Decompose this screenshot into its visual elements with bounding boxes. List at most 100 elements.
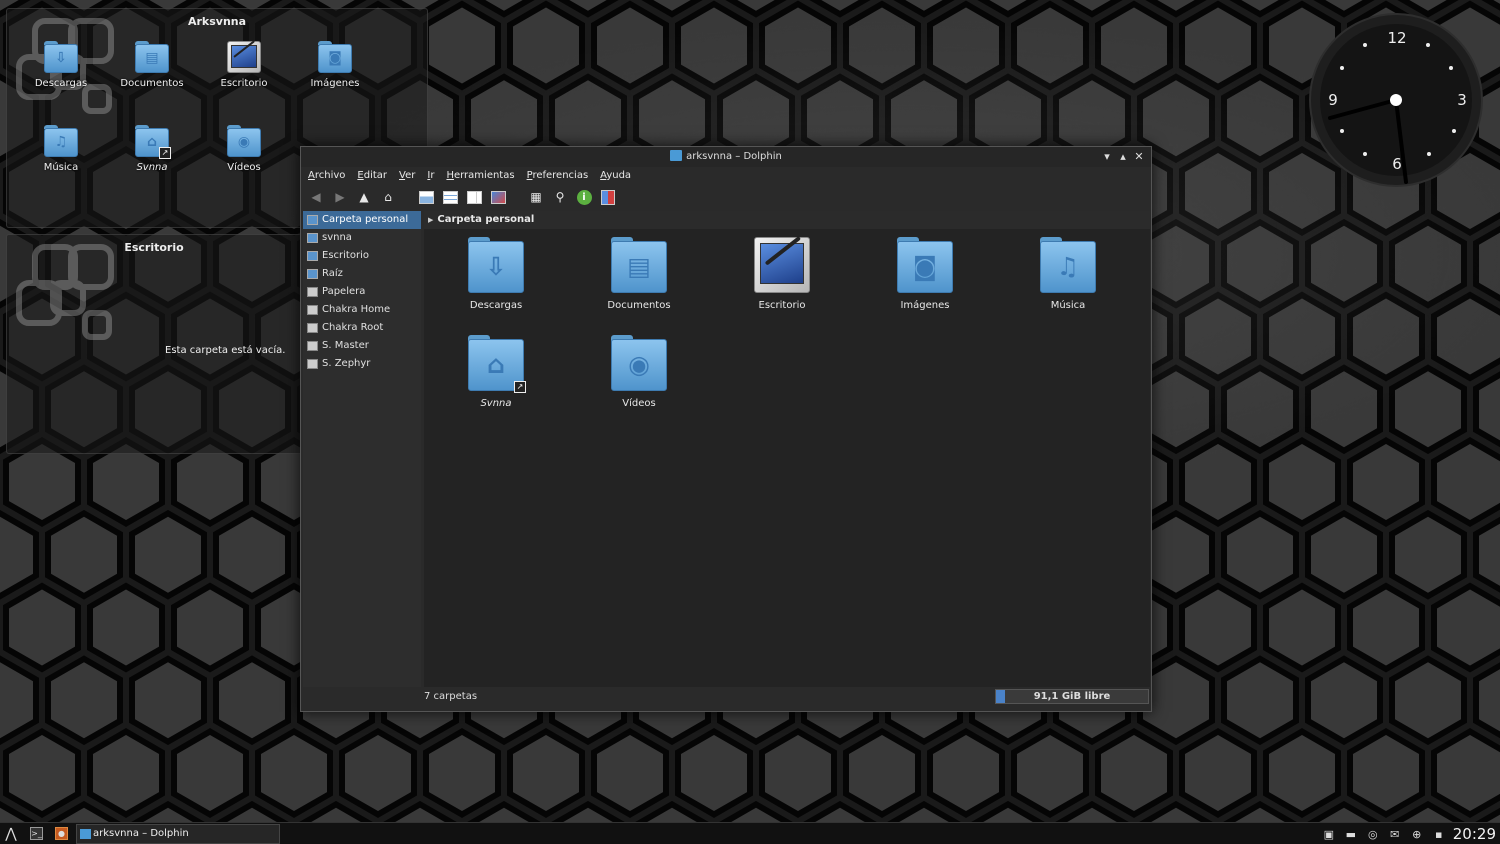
dolphin-app-icon bbox=[670, 150, 683, 161]
close-button[interactable]: ✕ bbox=[1133, 147, 1145, 167]
back-arrow-icon[interactable]: ◀ bbox=[307, 188, 325, 206]
clock-numeral-6: 6 bbox=[1392, 155, 1402, 173]
place-escritorio[interactable]: Escritorio bbox=[303, 247, 421, 265]
icons-view-icon[interactable] bbox=[417, 188, 435, 206]
split-view-icon[interactable]: ▦ bbox=[527, 188, 545, 206]
free-space-bar: 91,1 GiB libre bbox=[995, 689, 1149, 704]
breadcrumb-arrow-icon: ▶ bbox=[428, 216, 434, 224]
task-label: arksvnna – Dolphin bbox=[93, 828, 189, 839]
file-item-label: Música bbox=[1050, 300, 1086, 311]
folder-icon: ◙ bbox=[318, 41, 352, 73]
desktop-icon-vídeos[interactable]: ◉ Vídeos bbox=[204, 125, 284, 173]
clock-numeral-3: 3 bbox=[1457, 91, 1467, 109]
folder-icon bbox=[307, 233, 318, 243]
globe-icon[interactable]: ⊕ bbox=[1409, 828, 1425, 841]
folder-icon: ♫ bbox=[44, 125, 78, 157]
desktop-icon-label: Vídeos bbox=[227, 162, 261, 173]
place-raíz[interactable]: Raíz bbox=[303, 265, 421, 283]
desktop-icon-descargas[interactable]: ⇩ Descargas bbox=[21, 41, 101, 89]
clock-time: 20:29 bbox=[1452, 825, 1496, 843]
breadcrumb[interactable]: ▶ Carpeta personal bbox=[424, 211, 1150, 229]
file-item-descargas[interactable]: ⇩ Descargas bbox=[436, 237, 556, 311]
desktop-icon-documentos[interactable]: ▤ Documentos bbox=[112, 41, 192, 89]
folder-icon: ⌂ ↗ bbox=[468, 335, 526, 393]
place-label: Escritorio bbox=[322, 250, 369, 261]
file-item-imágenes[interactable]: ◙ Imágenes bbox=[865, 237, 985, 311]
place-papelera[interactable]: Papelera bbox=[303, 283, 421, 301]
menu-herramientas[interactable]: Herramientas bbox=[446, 167, 520, 185]
place-chakra-home[interactable]: Chakra Home bbox=[303, 301, 421, 319]
place-label: svnna bbox=[322, 232, 352, 243]
task-dolphin[interactable]: arksvnna – Dolphin bbox=[76, 824, 280, 844]
search-icon[interactable]: ⚲ bbox=[551, 188, 569, 206]
folder-icon: ♫ bbox=[1040, 237, 1096, 293]
places-panel: Carpeta personal svnna Escritorio Raíz Papel… bbox=[303, 211, 421, 687]
bookmark-icon[interactable] bbox=[599, 188, 617, 206]
network-icon[interactable]: ◎ bbox=[1365, 828, 1381, 841]
place-svnna[interactable]: svnna bbox=[303, 229, 421, 247]
drive-icon bbox=[307, 341, 318, 351]
chakra-logo-icon bbox=[16, 244, 114, 340]
place-carpeta-personal[interactable]: Carpeta personal bbox=[303, 211, 421, 229]
application-launcher-icon[interactable]: ⋀ bbox=[3, 826, 19, 842]
columns-view-icon[interactable] bbox=[465, 188, 483, 206]
device-notifier-icon[interactable]: ▣ bbox=[1321, 828, 1337, 841]
analog-clock[interactable]: 12 3 6 9 bbox=[1308, 12, 1484, 188]
menu-editar[interactable]: Editar bbox=[357, 167, 393, 185]
place-s-zephyr[interactable]: S. Zephyr bbox=[303, 355, 421, 373]
desktop-icon-label: Descargas bbox=[34, 78, 88, 89]
window-title: arksvnna – Dolphin bbox=[686, 151, 782, 162]
menu-archivo[interactable]: Archivo bbox=[308, 167, 351, 185]
symlink-emblem-icon: ↗ bbox=[514, 381, 526, 393]
folder-icon: ◙ bbox=[897, 237, 953, 293]
battery-icon[interactable]: ▬ bbox=[1343, 828, 1359, 841]
desktop-icon-label: Escritorio bbox=[220, 78, 268, 89]
dolphin-app-icon bbox=[80, 829, 91, 839]
file-item-label: Escritorio bbox=[758, 300, 806, 311]
folder-icon: ⇩ bbox=[468, 237, 524, 293]
file-view[interactable]: ▶ Carpeta personal ⇩ Descargas ▤ Documentos E… bbox=[424, 211, 1150, 687]
place-label: Carpeta personal bbox=[322, 214, 409, 225]
desktop-icon-escritorio[interactable]: Escritorio bbox=[204, 39, 284, 89]
place-chakra-root[interactable]: Chakra Root bbox=[303, 319, 421, 337]
forward-arrow-icon[interactable]: ▶ bbox=[331, 188, 349, 206]
maximize-button[interactable]: ▴ bbox=[1117, 147, 1129, 167]
preview-icon[interactable] bbox=[489, 188, 507, 206]
place-label: Papelera bbox=[322, 286, 366, 297]
place-s-master[interactable]: S. Master bbox=[303, 337, 421, 355]
dolphin-window: arksvnna – Dolphin ▾ ▴ ✕ Archivo Editar Ve… bbox=[300, 146, 1152, 712]
drive-icon bbox=[307, 323, 318, 333]
menu-ver[interactable]: Ver bbox=[399, 167, 421, 185]
mail-icon[interactable]: ✉ bbox=[1387, 828, 1403, 841]
notifications-icon[interactable]: ▪ bbox=[1431, 828, 1447, 841]
window-titlebar[interactable]: arksvnna – Dolphin ▾ ▴ ✕ bbox=[301, 147, 1151, 167]
file-item-música[interactable]: ♫ Música bbox=[1008, 237, 1128, 311]
desktop-icon-música[interactable]: ♫ Música bbox=[21, 125, 101, 173]
file-item-svnna[interactable]: ⌂ ↗ Svnna bbox=[436, 335, 556, 409]
menu-ayuda[interactable]: Ayuda bbox=[600, 167, 637, 185]
firefox-icon[interactable]: ● bbox=[55, 827, 68, 840]
place-label: Chakra Root bbox=[322, 322, 384, 333]
file-item-vídeos[interactable]: ◉ Vídeos bbox=[579, 335, 699, 409]
home-folder-icon bbox=[307, 215, 318, 225]
desktop-icon-label: Música bbox=[43, 162, 79, 173]
file-item-escritorio[interactable]: Escritorio bbox=[722, 236, 842, 311]
information-icon[interactable]: i bbox=[575, 188, 593, 206]
menubar: Archivo Editar Ver Ir Herramientas Preferenci… bbox=[301, 167, 1151, 185]
home-icon[interactable]: ⌂ bbox=[379, 188, 397, 206]
terminal-icon[interactable]: >_ bbox=[30, 827, 43, 840]
menu-ir[interactable]: Ir bbox=[427, 167, 440, 185]
toolbar: ◀ ▶ ▲ ⌂ ▦ ⚲ i bbox=[301, 185, 1151, 209]
folder-icon: ▤ bbox=[611, 237, 667, 293]
place-label: Chakra Home bbox=[322, 304, 391, 315]
up-arrow-icon[interactable]: ▲ bbox=[355, 188, 373, 206]
menu-preferencias[interactable]: Preferencias bbox=[527, 167, 595, 185]
details-view-icon[interactable] bbox=[441, 188, 459, 206]
folder-icon bbox=[307, 251, 318, 261]
minimize-button[interactable]: ▾ bbox=[1101, 147, 1113, 167]
file-item-label: Imágenes bbox=[900, 300, 950, 311]
desktop-icon-imágenes[interactable]: ◙ Imágenes bbox=[295, 41, 375, 89]
file-item-documentos[interactable]: ▤ Documentos bbox=[579, 237, 699, 311]
breadcrumb-current[interactable]: Carpeta personal bbox=[437, 214, 534, 225]
desktop-icon-svnna[interactable]: ⌂ ↗ Svnna bbox=[112, 125, 192, 173]
